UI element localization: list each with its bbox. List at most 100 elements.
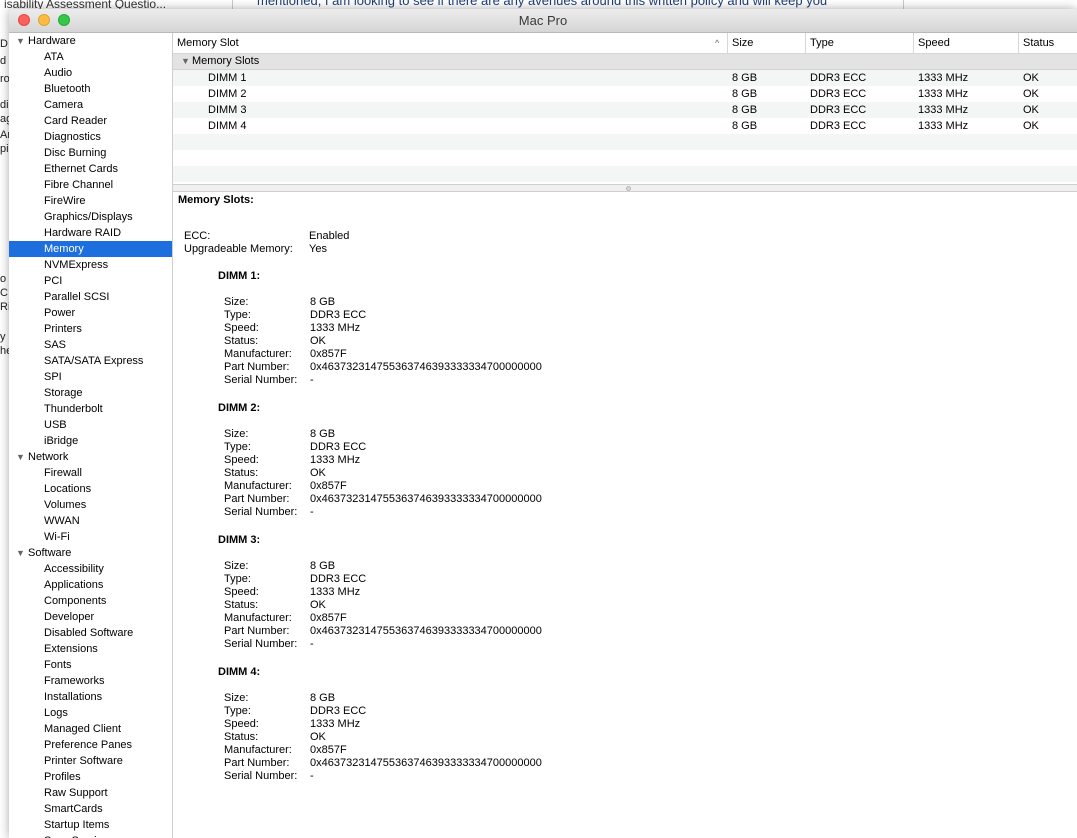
- sidebar-item-profiles[interactable]: Profiles: [9, 769, 172, 785]
- sidebar-item-disc-burning[interactable]: Disc Burning: [9, 145, 172, 161]
- sidebar-item-parallel-scsi[interactable]: Parallel SCSI: [9, 289, 172, 305]
- table-row[interactable]: DIMM 3 8 GB DDR3 ECC 1333 MHz OK: [173, 102, 1077, 118]
- field-label: Status:: [224, 731, 259, 743]
- sidebar-item-printer-software[interactable]: Printer Software: [9, 753, 172, 769]
- column-header-memory-slot[interactable]: Memory Slot: [173, 33, 723, 53]
- sidebar-item-extensions[interactable]: Extensions: [9, 641, 172, 657]
- sidebar-item-hardware-raid[interactable]: Hardware RAID: [9, 225, 172, 241]
- cell-size: 8 GB: [732, 120, 758, 132]
- column-header-type[interactable]: Type: [805, 33, 913, 53]
- sidebar-item-storage[interactable]: Storage: [9, 385, 172, 401]
- sidebar-item-camera[interactable]: Camera: [9, 97, 172, 113]
- sidebar-item-accessibility[interactable]: Accessibility: [9, 561, 172, 577]
- sidebar-item-raw-support[interactable]: Raw Support: [9, 785, 172, 801]
- field-value: 0x463732314755363746393333334700000000: [310, 757, 542, 769]
- split-view-divider[interactable]: [173, 184, 1077, 192]
- field-label: Speed:: [224, 586, 259, 598]
- sidebar-item-spi[interactable]: SPI: [9, 369, 172, 385]
- dimm-field: Part Number: 0x46373231475536374639333333…: [224, 493, 542, 506]
- sidebar-item-logs[interactable]: Logs: [9, 705, 172, 721]
- cell-slot: DIMM 1: [208, 72, 247, 84]
- sidebar-item-frameworks[interactable]: Frameworks: [9, 673, 172, 689]
- table-row[interactable]: DIMM 2 8 GB DDR3 ECC 1333 MHz OK: [173, 86, 1077, 102]
- sidebar-category-software[interactable]: ▼ Software: [9, 545, 172, 561]
- sidebar-item-sync-services[interactable]: Sync Services: [9, 833, 172, 838]
- sidebar-item-audio[interactable]: Audio: [9, 65, 172, 81]
- dimm-field: Speed: 1333 MHz: [224, 718, 360, 731]
- sidebar-item-wi-fi[interactable]: Wi-Fi: [9, 529, 172, 545]
- sidebar-item-startup-items[interactable]: Startup Items: [9, 817, 172, 833]
- field-value: 8 GB: [310, 296, 336, 308]
- table-row-empty: [173, 166, 1077, 182]
- sidebar-item-sas[interactable]: SAS: [9, 337, 172, 353]
- table-row[interactable]: DIMM 1 8 GB DDR3 ECC 1333 MHz OK: [173, 70, 1077, 86]
- dimm-field: Manufacturer: 0x857F: [224, 480, 347, 493]
- title-bar[interactable]: Mac Pro: [9, 9, 1077, 33]
- sidebar-item-fonts[interactable]: Fonts: [9, 657, 172, 673]
- disclosure-triangle-icon[interactable]: ▼: [16, 545, 25, 561]
- dimm-field: Status: OK: [224, 335, 326, 348]
- disclosure-triangle-icon[interactable]: ▼: [16, 33, 25, 49]
- sidebar-item-bluetooth[interactable]: Bluetooth: [9, 81, 172, 97]
- summary-field: ECC: Enabled: [184, 230, 349, 243]
- field-value: 0x463732314755363746393333334700000000: [310, 493, 542, 505]
- field-label: Manufacturer:: [224, 612, 292, 624]
- dimm-field: Manufacturer: 0x857F: [224, 612, 347, 625]
- sidebar-item-managed-client[interactable]: Managed Client: [9, 721, 172, 737]
- field-label: Upgradeable Memory:: [184, 243, 293, 255]
- sidebar-item-pci[interactable]: PCI: [9, 273, 172, 289]
- sidebar-item-firewall[interactable]: Firewall: [9, 465, 172, 481]
- sidebar-item-sata-sata-express[interactable]: SATA/SATA Express: [9, 353, 172, 369]
- divider-handle[interactable]: [626, 186, 631, 191]
- sidebar-item-firewire[interactable]: FireWire: [9, 193, 172, 209]
- sidebar-item-volumes[interactable]: Volumes: [9, 497, 172, 513]
- sidebar-item-preference-panes[interactable]: Preference Panes: [9, 737, 172, 753]
- sidebar-item-installations[interactable]: Installations: [9, 689, 172, 705]
- sidebar-category-hardware[interactable]: ▼ Hardware: [9, 33, 172, 49]
- sidebar-item-ibridge[interactable]: iBridge: [9, 433, 172, 449]
- sidebar-item-components[interactable]: Components: [9, 593, 172, 609]
- sidebar-item-applications[interactable]: Applications: [9, 577, 172, 593]
- dimm-field: Type: DDR3 ECC: [224, 309, 366, 322]
- dimm-field: Speed: 1333 MHz: [224, 586, 360, 599]
- background-edge-fragment: he: [0, 345, 9, 357]
- field-value: 0x463732314755363746393333334700000000: [310, 625, 542, 637]
- field-value: 1333 MHz: [310, 454, 361, 466]
- sidebar-item-ethernet-cards[interactable]: Ethernet Cards: [9, 161, 172, 177]
- cell-status: OK: [1023, 120, 1039, 132]
- sidebar-item-power[interactable]: Power: [9, 305, 172, 321]
- sidebar-item-locations[interactable]: Locations: [9, 481, 172, 497]
- field-value: 0x463732314755363746393333334700000000: [310, 361, 542, 373]
- field-value: 1333 MHz: [310, 718, 361, 730]
- field-label: Serial Number:: [224, 374, 298, 386]
- disclosure-triangle-icon[interactable]: ▼: [181, 54, 190, 69]
- field-label: Size:: [224, 560, 249, 572]
- field-value: DDR3 ECC: [310, 705, 367, 717]
- column-header-speed[interactable]: Speed: [913, 33, 1018, 53]
- sidebar-item-usb[interactable]: USB: [9, 417, 172, 433]
- table-row[interactable]: DIMM 4 8 GB DDR3 ECC 1333 MHz OK: [173, 118, 1077, 134]
- field-label: Status:: [224, 467, 259, 479]
- sidebar-item-card-reader[interactable]: Card Reader: [9, 113, 172, 129]
- sidebar-item-memory[interactable]: Memory: [9, 241, 172, 257]
- field-value: 0x857F: [310, 480, 347, 492]
- sidebar-item-disabled-software[interactable]: Disabled Software: [9, 625, 172, 641]
- column-header-size[interactable]: Size: [727, 33, 805, 53]
- sidebar-item-developer[interactable]: Developer: [9, 609, 172, 625]
- sidebar-item-fibre-channel[interactable]: Fibre Channel: [9, 177, 172, 193]
- sidebar-item-graphics-displays[interactable]: Graphics/Displays: [9, 209, 172, 225]
- group-row-memory-slots[interactable]: ▼ Memory Slots: [173, 54, 1077, 70]
- cell-size: 8 GB: [732, 88, 758, 100]
- sidebar-item-smartcards[interactable]: SmartCards: [9, 801, 172, 817]
- sidebar-item-thunderbolt[interactable]: Thunderbolt: [9, 401, 172, 417]
- sidebar-item-ata[interactable]: ATA: [9, 49, 172, 65]
- sidebar-item-nvmexpress[interactable]: NVMExpress: [9, 257, 172, 273]
- disclosure-triangle-icon[interactable]: ▼: [16, 449, 25, 465]
- cell-status: OK: [1023, 104, 1039, 116]
- sidebar-item-printers[interactable]: Printers: [9, 321, 172, 337]
- sidebar-item-diagnostics[interactable]: Diagnostics: [9, 129, 172, 145]
- background-edge-fragment: ro: [0, 73, 9, 85]
- column-header-status[interactable]: Status: [1018, 33, 1077, 53]
- sidebar-category-network[interactable]: ▼ Network: [9, 449, 172, 465]
- sidebar-item-wwan[interactable]: WWAN: [9, 513, 172, 529]
